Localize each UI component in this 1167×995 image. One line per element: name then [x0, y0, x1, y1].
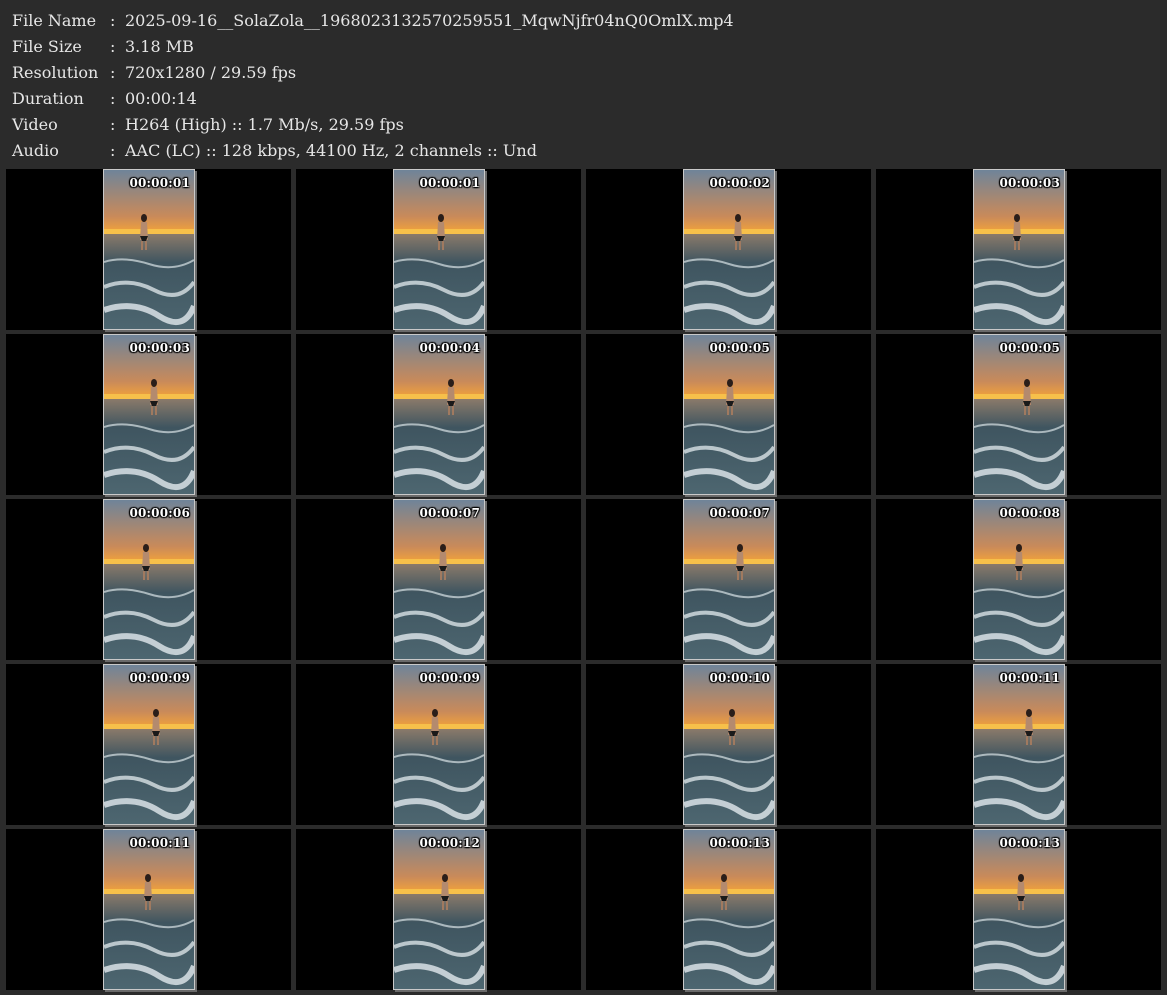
info-label: Duration [12, 89, 84, 108]
video-frame-thumbnail[interactable]: 00:00:03 [103, 334, 195, 495]
video-frame-thumbnail[interactable]: 00:00:12 [393, 829, 485, 990]
video-frame-thumbnail[interactable]: 00:00:11 [973, 664, 1065, 825]
timestamp-label: 00:00:10 [709, 671, 770, 685]
timestamp-label: 00:00:09 [419, 671, 480, 685]
video-frame-thumbnail[interactable]: 00:00:05 [973, 334, 1065, 495]
video-frame-thumbnail[interactable]: 00:00:06 [103, 499, 195, 660]
frame-image [104, 665, 194, 824]
video-frame-thumbnail[interactable]: 00:00:09 [103, 664, 195, 825]
timestamp-label: 00:00:02 [709, 176, 770, 190]
thumbnail-cell[interactable]: 00:00:03 [876, 169, 1161, 330]
thumbnail-cell[interactable]: 00:00:01 [296, 169, 581, 330]
info-separator: : [110, 115, 116, 134]
frame-image [974, 665, 1064, 824]
frame-image [394, 500, 484, 659]
timestamp-label: 00:00:07 [709, 506, 770, 520]
frame-image [684, 335, 774, 494]
timestamp-label: 00:00:13 [999, 836, 1060, 850]
timestamp-label: 00:00:09 [129, 671, 190, 685]
thumbnail-cell[interactable]: 00:00:07 [586, 499, 871, 660]
frame-image [684, 500, 774, 659]
info-label: File Size [12, 37, 82, 56]
timestamp-label: 00:00:06 [129, 506, 190, 520]
frame-image [104, 830, 194, 989]
video-frame-thumbnail[interactable]: 00:00:02 [683, 169, 775, 330]
contact-sheet: File Name : 2025-09-16__SolaZola__196802… [0, 0, 1167, 995]
frame-image [684, 665, 774, 824]
video-frame-thumbnail[interactable]: 00:00:05 [683, 334, 775, 495]
thumbnail-cell[interactable]: 00:00:05 [586, 334, 871, 495]
info-value: 3.18 MB [125, 37, 194, 56]
video-frame-thumbnail[interactable]: 00:00:13 [683, 829, 775, 990]
video-frame-thumbnail[interactable]: 00:00:07 [683, 499, 775, 660]
frame-image [974, 335, 1064, 494]
info-value: 00:00:14 [125, 89, 197, 108]
timestamp-label: 00:00:12 [419, 836, 480, 850]
timestamp-label: 00:00:05 [709, 341, 770, 355]
frame-image [684, 170, 774, 329]
video-frame-thumbnail[interactable]: 00:00:09 [393, 664, 485, 825]
thumbnail-cell[interactable]: 00:00:09 [6, 664, 291, 825]
video-frame-thumbnail[interactable]: 00:00:01 [103, 169, 195, 330]
timestamp-label: 00:00:07 [419, 506, 480, 520]
thumbnail-cell[interactable]: 00:00:13 [876, 829, 1161, 990]
frame-image [974, 500, 1064, 659]
frame-image [104, 335, 194, 494]
timestamp-label: 00:00:11 [129, 836, 190, 850]
timestamp-label: 00:00:04 [419, 341, 480, 355]
timestamp-label: 00:00:03 [129, 341, 190, 355]
thumbnail-cell[interactable]: 00:00:10 [586, 664, 871, 825]
info-label: File Name [12, 11, 97, 30]
video-frame-thumbnail[interactable]: 00:00:03 [973, 169, 1065, 330]
thumbnail-cell[interactable]: 00:00:04 [296, 334, 581, 495]
info-label: Audio [12, 141, 59, 160]
thumbnail-cell[interactable]: 00:00:02 [586, 169, 871, 330]
frame-image [974, 170, 1064, 329]
video-frame-thumbnail[interactable]: 00:00:11 [103, 829, 195, 990]
info-value: H264 (High) :: 1.7 Mb/s, 29.59 fps [125, 115, 404, 134]
timestamp-label: 00:00:11 [999, 671, 1060, 685]
timestamp-label: 00:00:01 [419, 176, 480, 190]
frame-image [394, 665, 484, 824]
video-frame-thumbnail[interactable]: 00:00:13 [973, 829, 1065, 990]
info-separator: : [110, 141, 116, 160]
frame-image [104, 170, 194, 329]
thumbnail-cell[interactable]: 00:00:09 [296, 664, 581, 825]
timestamp-label: 00:00:03 [999, 176, 1060, 190]
timestamp-label: 00:00:01 [129, 176, 190, 190]
thumbnail-cell[interactable]: 00:00:08 [876, 499, 1161, 660]
info-value: 720x1280 / 29.59 fps [125, 63, 297, 82]
video-frame-thumbnail[interactable]: 00:00:04 [393, 334, 485, 495]
thumbnail-cell[interactable]: 00:00:13 [586, 829, 871, 990]
video-frame-thumbnail[interactable]: 00:00:08 [973, 499, 1065, 660]
info-separator: : [110, 89, 116, 108]
frame-image [104, 500, 194, 659]
frame-image [394, 170, 484, 329]
thumbnail-cell[interactable]: 00:00:03 [6, 334, 291, 495]
thumbnail-cell[interactable]: 00:00:11 [876, 664, 1161, 825]
video-frame-thumbnail[interactable]: 00:00:10 [683, 664, 775, 825]
info-separator: : [110, 37, 116, 56]
frame-image [684, 830, 774, 989]
info-value: AAC (LC) :: 128 kbps, 44100 Hz, 2 channe… [125, 141, 537, 160]
timestamp-label: 00:00:13 [709, 836, 770, 850]
thumbnail-cell[interactable]: 00:00:12 [296, 829, 581, 990]
video-frame-thumbnail[interactable]: 00:00:07 [393, 499, 485, 660]
info-separator: : [110, 63, 116, 82]
timestamp-label: 00:00:05 [999, 341, 1060, 355]
frame-image [394, 830, 484, 989]
frame-image [974, 830, 1064, 989]
info-separator: : [110, 11, 116, 30]
info-label: Video [12, 115, 58, 134]
video-frame-thumbnail[interactable]: 00:00:01 [393, 169, 485, 330]
timestamp-label: 00:00:08 [999, 506, 1060, 520]
frame-image [394, 335, 484, 494]
thumbnail-cell[interactable]: 00:00:01 [6, 169, 291, 330]
thumbnail-cell[interactable]: 00:00:05 [876, 334, 1161, 495]
info-value: 2025-09-16__SolaZola__196802313257025955… [125, 11, 734, 30]
thumbnail-cell[interactable]: 00:00:06 [6, 499, 291, 660]
thumbnail-cell[interactable]: 00:00:11 [6, 829, 291, 990]
thumbnail-cell[interactable]: 00:00:07 [296, 499, 581, 660]
info-label: Resolution [12, 63, 99, 82]
